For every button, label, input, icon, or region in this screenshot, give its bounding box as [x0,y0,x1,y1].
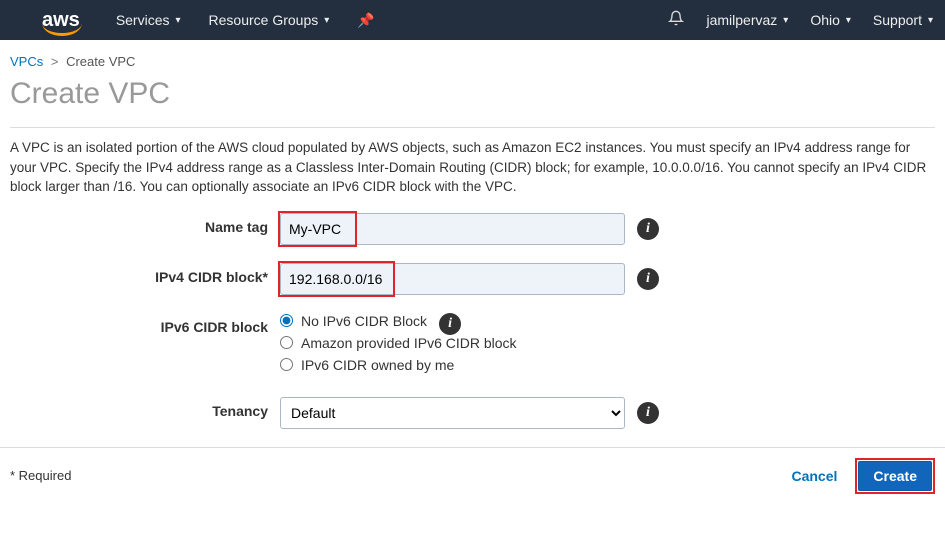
ipv6-amazon-label: Amazon provided IPv6 CIDR block [301,335,517,351]
ipv4-cidr-input[interactable] [280,263,625,295]
breadcrumb: VPCs > Create VPC [0,40,945,77]
info-icon[interactable]: i [637,268,659,290]
name-tag-input[interactable] [280,213,625,245]
divider [10,127,935,128]
ipv6-radio-none[interactable] [280,314,293,327]
create-vpc-form: Name tag i IPv4 CIDR block* i IPv6 CIDR … [10,213,935,429]
ipv6-option-none[interactable]: No IPv6 CIDR Block [280,313,427,329]
chevron-down-icon: ▾ [176,15,181,26]
breadcrumb-root[interactable]: VPCs [10,54,43,69]
info-icon[interactable]: i [637,218,659,240]
top-nav: aws Services ▾ Resource Groups ▾ 📌 jamil… [0,0,945,40]
ipv6-option-amazon[interactable]: Amazon provided IPv6 CIDR block [280,335,517,351]
ipv4-cidr-label: IPv4 CIDR block* [10,263,280,285]
ipv6-option-owned[interactable]: IPv6 CIDR owned by me [280,357,517,373]
account-name: jamilpervaz [706,12,777,28]
row-ipv4-cidr: IPv4 CIDR block* i [10,263,935,295]
tenancy-select[interactable]: Default [280,397,625,429]
required-note: * Required [10,468,71,483]
support-label: Support [873,12,922,28]
ipv6-radio-owned[interactable] [280,358,293,371]
ipv6-cidr-label: IPv6 CIDR block [10,313,280,335]
info-icon[interactable]: i [439,313,461,335]
ipv6-radio-amazon[interactable] [280,336,293,349]
footer: * Required Cancel Create [0,447,945,508]
region-menu[interactable]: Ohio ▾ [810,12,851,28]
account-menu[interactable]: jamilpervaz ▾ [706,12,788,28]
chevron-down-icon: ▾ [928,15,933,26]
page-description: A VPC is an isolated portion of the AWS … [10,138,935,197]
services-label: Services [116,12,170,28]
name-tag-label: Name tag [10,213,280,235]
notifications-icon[interactable] [668,10,684,31]
aws-logo[interactable]: aws [42,9,80,32]
chevron-down-icon: ▾ [324,15,329,26]
chevron-down-icon: ▾ [783,15,788,26]
footer-actions: Cancel Create [791,458,935,494]
ipv6-owned-label: IPv6 CIDR owned by me [301,357,454,373]
support-menu[interactable]: Support ▾ [873,12,933,28]
breadcrumb-current: Create VPC [66,54,135,69]
chevron-down-icon: ▾ [846,15,851,26]
pin-icon[interactable]: 📌 [357,12,374,29]
info-icon[interactable]: i [637,402,659,424]
resource-groups-menu[interactable]: Resource Groups ▾ [209,12,330,28]
row-ipv6-cidr: IPv6 CIDR block No IPv6 CIDR Block i Ama… [10,313,935,379]
resource-groups-label: Resource Groups [209,12,319,28]
page-title: Create VPC [10,77,935,111]
nav-right: jamilpervaz ▾ Ohio ▾ Support ▾ [668,10,933,31]
ipv6-none-label: No IPv6 CIDR Block [301,313,427,329]
highlight-create-button: Create [855,458,935,494]
cancel-button[interactable]: Cancel [791,468,837,484]
row-name-tag: Name tag i [10,213,935,245]
services-menu[interactable]: Services ▾ [116,12,181,28]
row-tenancy: Tenancy Default i [10,397,935,429]
create-button[interactable]: Create [858,461,932,491]
region-name: Ohio [810,12,840,28]
tenancy-label: Tenancy [10,397,280,419]
breadcrumb-separator: > [51,54,59,69]
